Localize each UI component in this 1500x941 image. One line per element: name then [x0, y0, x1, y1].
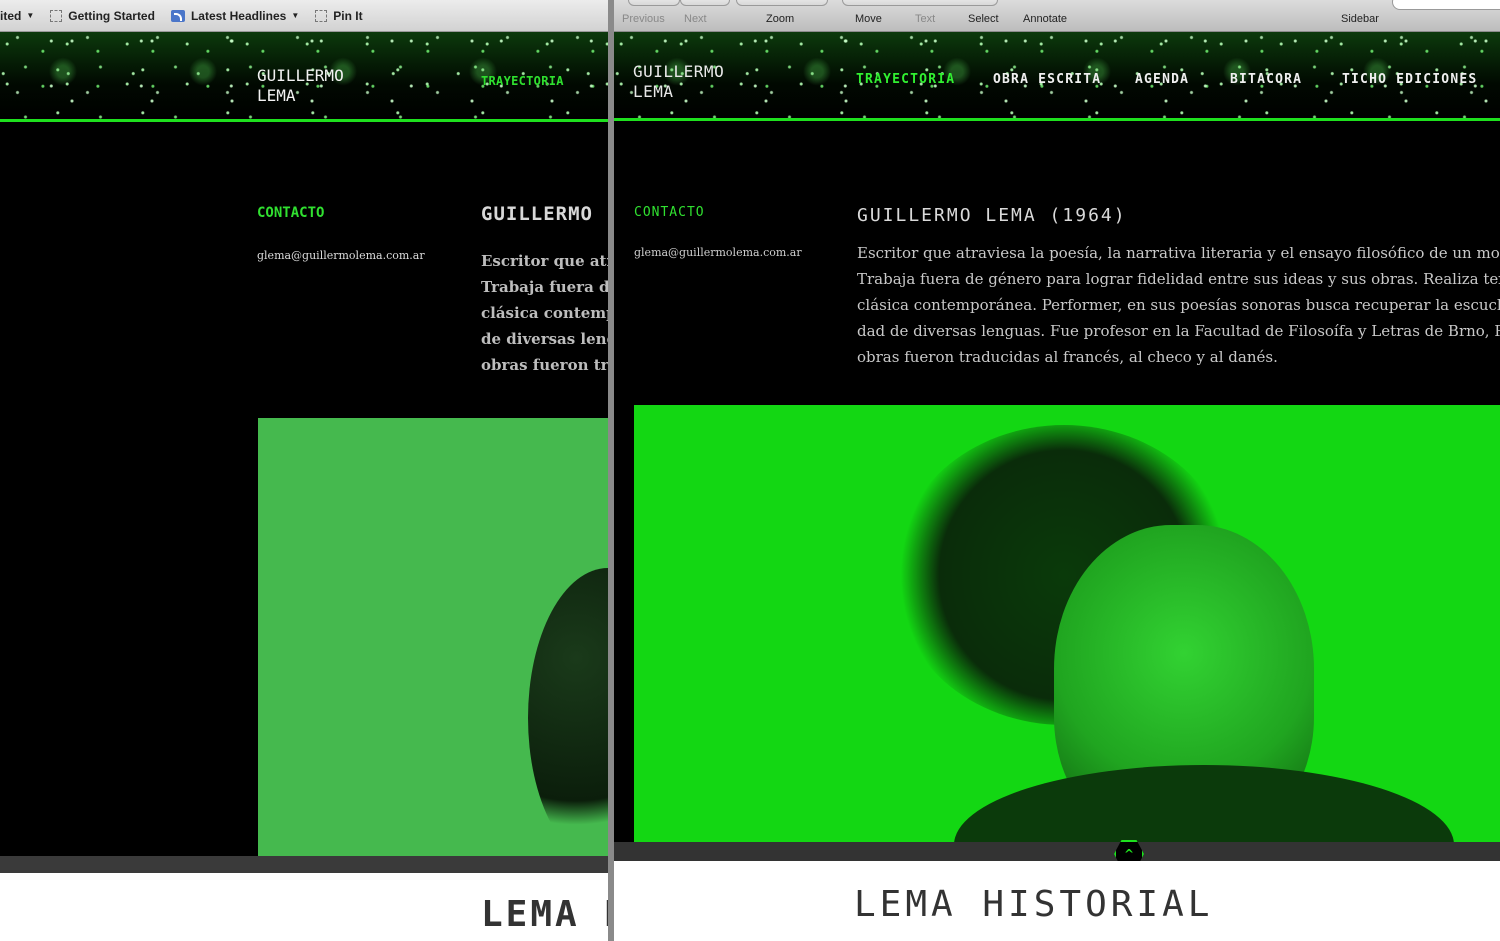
email-link[interactable]: glema@guillermolema.com.ar [257, 249, 425, 262]
footer-title: LEMA H [481, 894, 610, 935]
bookmark-folder[interactable]: ited ▼ [0, 9, 34, 23]
bio-line: obras fueron traducidas al francés, al c… [857, 348, 1278, 366]
bio-line: Escritor que atrav [481, 252, 610, 270]
author-photo [634, 405, 1500, 842]
header-divider [614, 118, 1500, 121]
site-logo[interactable]: GUILLERMO LEMA [257, 66, 344, 106]
email-link[interactable]: glema@guillermolema.com.ar [634, 246, 802, 259]
move-button[interactable]: Move [855, 13, 882, 25]
bio-paragraph: Escritor que atrav Trabaja fuera de g cl… [481, 248, 610, 378]
author-name-heading: GUILLERMO [481, 203, 593, 225]
bookmark-latest-headlines[interactable]: Latest Headlines ▼ [170, 8, 300, 23]
tool-segment-shape[interactable] [842, 0, 998, 6]
bookmark-label: ited [0, 8, 22, 23]
bookmark-pin-it[interactable]: Pin It [315, 8, 363, 23]
bookmark-label: Pin It [333, 8, 363, 23]
bio-line: Trabaja fuera de g [481, 278, 610, 296]
bio-line: clásica contemporánea. Performer, en sus… [857, 296, 1500, 314]
site-logo[interactable]: GUILLERMO LEMA [633, 62, 724, 102]
nav-obra-escrita[interactable]: OBRA ESCRITA [993, 72, 1101, 87]
contact-heading: CONTACTO [634, 205, 705, 220]
next-button[interactable]: Next [684, 13, 707, 25]
bookmark-label: Getting Started [68, 8, 155, 23]
bio-paragraph: Escritor que atraviesa la poesía, la nar… [857, 240, 1500, 370]
nav-agenda[interactable]: AGENDA [1135, 72, 1189, 87]
nav-bitacora[interactable]: BITACORA [1230, 72, 1302, 87]
right-preview-window: Previous Next Zoom Move Text Select Anno… [614, 0, 1500, 941]
previous-button[interactable]: Previous [622, 13, 665, 25]
zoom-button[interactable]: Zoom [766, 13, 794, 25]
bio-line: dad de diversas lenguas. Fue profesor en… [857, 322, 1500, 340]
search-field[interactable] [1392, 0, 1500, 10]
bio-line: obras fueron trad [481, 356, 610, 374]
next-button-shape[interactable] [680, 0, 730, 6]
page-icon [50, 9, 63, 22]
annotate-button[interactable]: Annotate [1023, 13, 1067, 25]
footer-bar [614, 842, 1500, 861]
bio-line: Escritor que atraviesa la poesía, la nar… [857, 244, 1500, 262]
sidebar-button[interactable]: Sidebar [1341, 13, 1379, 25]
bio-line: clásica contempo [481, 304, 610, 322]
zoom-button-shape[interactable] [736, 0, 828, 6]
author-name-heading: GUILLERMO LEMA (1964) [857, 205, 1127, 226]
left-browser-window: ited ▼ Getting Started Latest Headlines ▼ … [0, 0, 610, 941]
bookmark-label: Latest Headlines [190, 8, 287, 23]
nav-ticho-ediciones[interactable]: TICHO EDICIONES [1342, 72, 1477, 87]
header-divider [0, 119, 610, 122]
preview-toolbar: Previous Next Zoom Move Text Select Anno… [614, 0, 1500, 32]
chevron-down-icon: ▼ [291, 11, 300, 20]
logo-line: GUILLERMO [633, 62, 725, 81]
logo-line: GUILLERMO [257, 66, 344, 85]
nav-trayectoria[interactable]: TRAYECTORIA [856, 72, 955, 87]
footer-title: LEMA HISTORIAL [854, 884, 1214, 925]
bookmarks-bar: ited ▼ Getting Started Latest Headlines ▼ … [0, 0, 610, 32]
logo-line: LEMA [257, 86, 296, 105]
logo-line: LEMA [633, 82, 674, 101]
chevron-down-icon: ▼ [26, 11, 35, 20]
nav-trayectoria[interactable]: TRAYECTORIA [481, 74, 564, 88]
text-button[interactable]: Text [915, 13, 935, 25]
photo-detail [528, 568, 610, 856]
contact-heading: CONTACTO [257, 205, 325, 221]
bio-line: de diversas lengu [481, 330, 610, 348]
footer-bar [0, 856, 610, 873]
page-icon [315, 9, 328, 22]
bookmark-getting-started[interactable]: Getting Started [50, 9, 155, 23]
bio-line: Trabaja fuera de género para lograr fide… [857, 270, 1500, 288]
author-photo [258, 418, 610, 856]
photo-detail [954, 765, 1454, 842]
rss-icon [170, 9, 185, 22]
select-button[interactable]: Select [968, 13, 999, 25]
previous-button-shape[interactable] [628, 0, 680, 6]
